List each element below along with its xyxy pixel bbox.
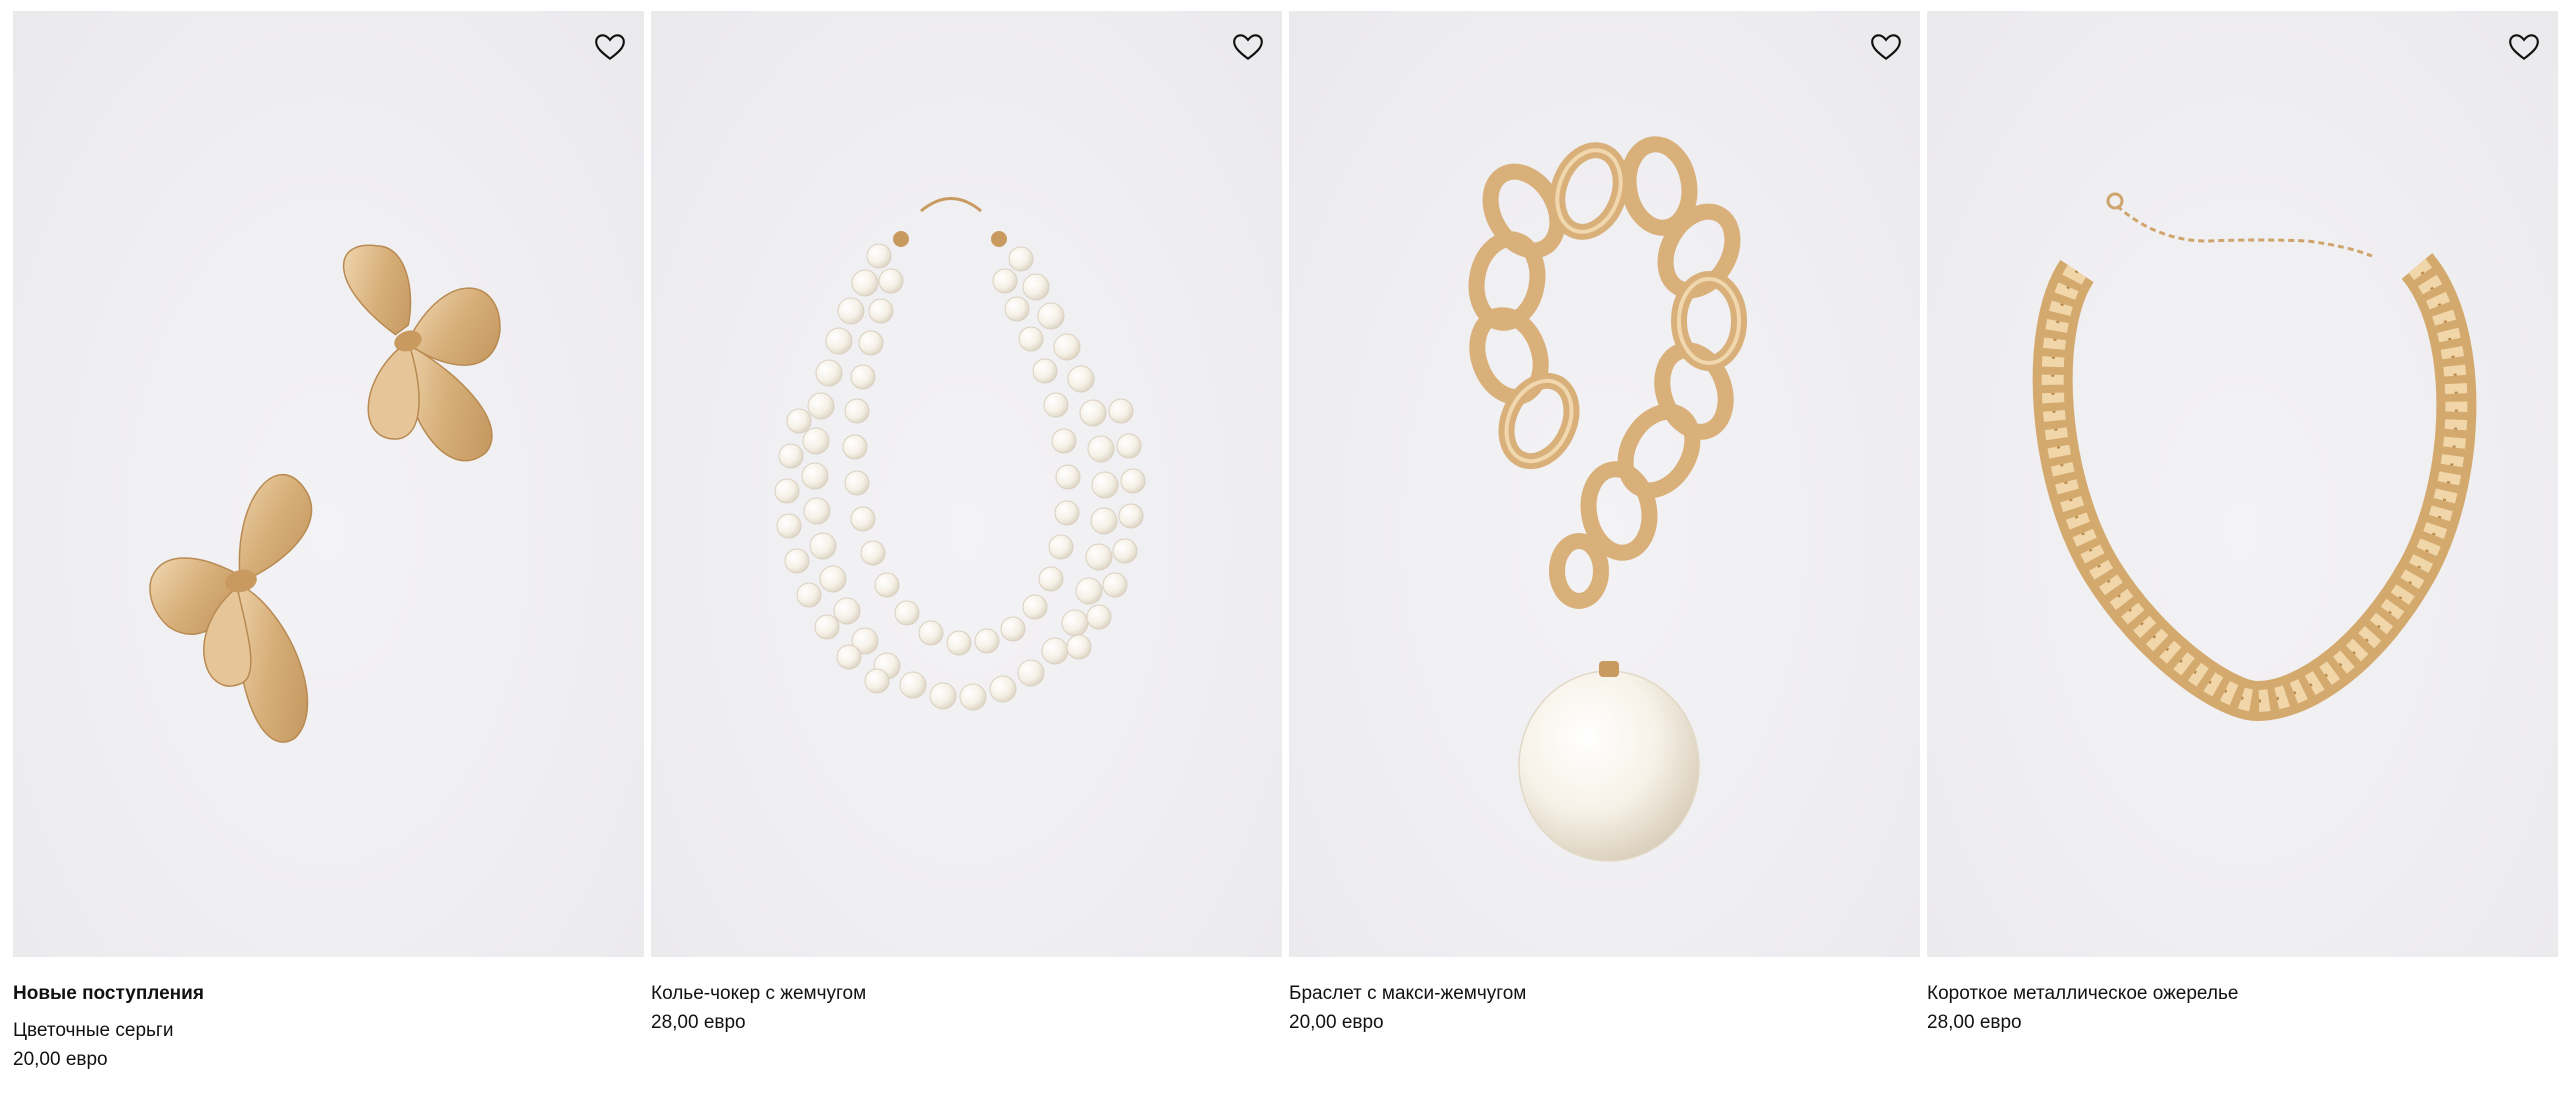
section-title: Новые поступления bbox=[13, 983, 204, 1004]
wishlist-heart-icon[interactable] bbox=[1866, 27, 1906, 67]
product-info: Колье-чокер с жемчугом 28,00 евро bbox=[651, 957, 1282, 1037]
chain-bracelet-image bbox=[1468, 136, 1747, 862]
flower-earrings-photo[interactable] bbox=[13, 11, 644, 957]
product-info: Короткое металлическое ожерелье 28,00 ев… bbox=[1927, 957, 2558, 1037]
product-name[interactable]: Короткое металлическое ожерелье bbox=[1927, 979, 2558, 1008]
product-info: Новые поступления Цветочные серьги 20,00… bbox=[13, 957, 644, 1074]
wishlist-heart-icon[interactable] bbox=[590, 27, 630, 67]
product-card[interactable]: Новые поступления Цветочные серьги 20,00… bbox=[13, 11, 644, 1074]
chain-bracelet-pearl-photo[interactable] bbox=[1289, 11, 1920, 957]
short-metal-necklace-photo[interactable] bbox=[1927, 11, 2558, 957]
product-price: 20,00 евро bbox=[1289, 1012, 1384, 1033]
product-grid: Новые поступления Цветочные серьги 20,00… bbox=[13, 11, 2560, 1109]
product-info: Браслет с макси-жемчугом 20,00 евро bbox=[1289, 957, 1920, 1037]
product-name[interactable]: Цветочные серьги bbox=[13, 1016, 644, 1045]
metal-necklace-image bbox=[2032, 192, 2477, 721]
product-card[interactable]: Браслет с макси-жемчугом 20,00 евро bbox=[1289, 11, 1920, 1037]
product-card[interactable]: Колье-чокер с жемчугом 28,00 евро bbox=[651, 11, 1282, 1037]
product-card[interactable]: Короткое металлическое ожерелье 28,00 ев… bbox=[1927, 11, 2558, 1037]
product-name[interactable]: Браслет с макси-жемчугом bbox=[1289, 979, 1920, 1008]
pearl-choker-image bbox=[774, 197, 1146, 711]
product-price: 28,00 евро bbox=[1927, 1012, 2022, 1033]
flower-earrings-image bbox=[149, 244, 501, 743]
wishlist-heart-icon[interactable] bbox=[2504, 27, 2544, 67]
product-name[interactable]: Колье-чокер с жемчугом bbox=[651, 979, 1282, 1008]
pearl-choker-photo[interactable] bbox=[651, 11, 1282, 957]
product-price: 20,00 евро bbox=[13, 1049, 108, 1070]
wishlist-heart-icon[interactable] bbox=[1228, 27, 1268, 67]
product-price: 28,00 евро bbox=[651, 1012, 746, 1033]
